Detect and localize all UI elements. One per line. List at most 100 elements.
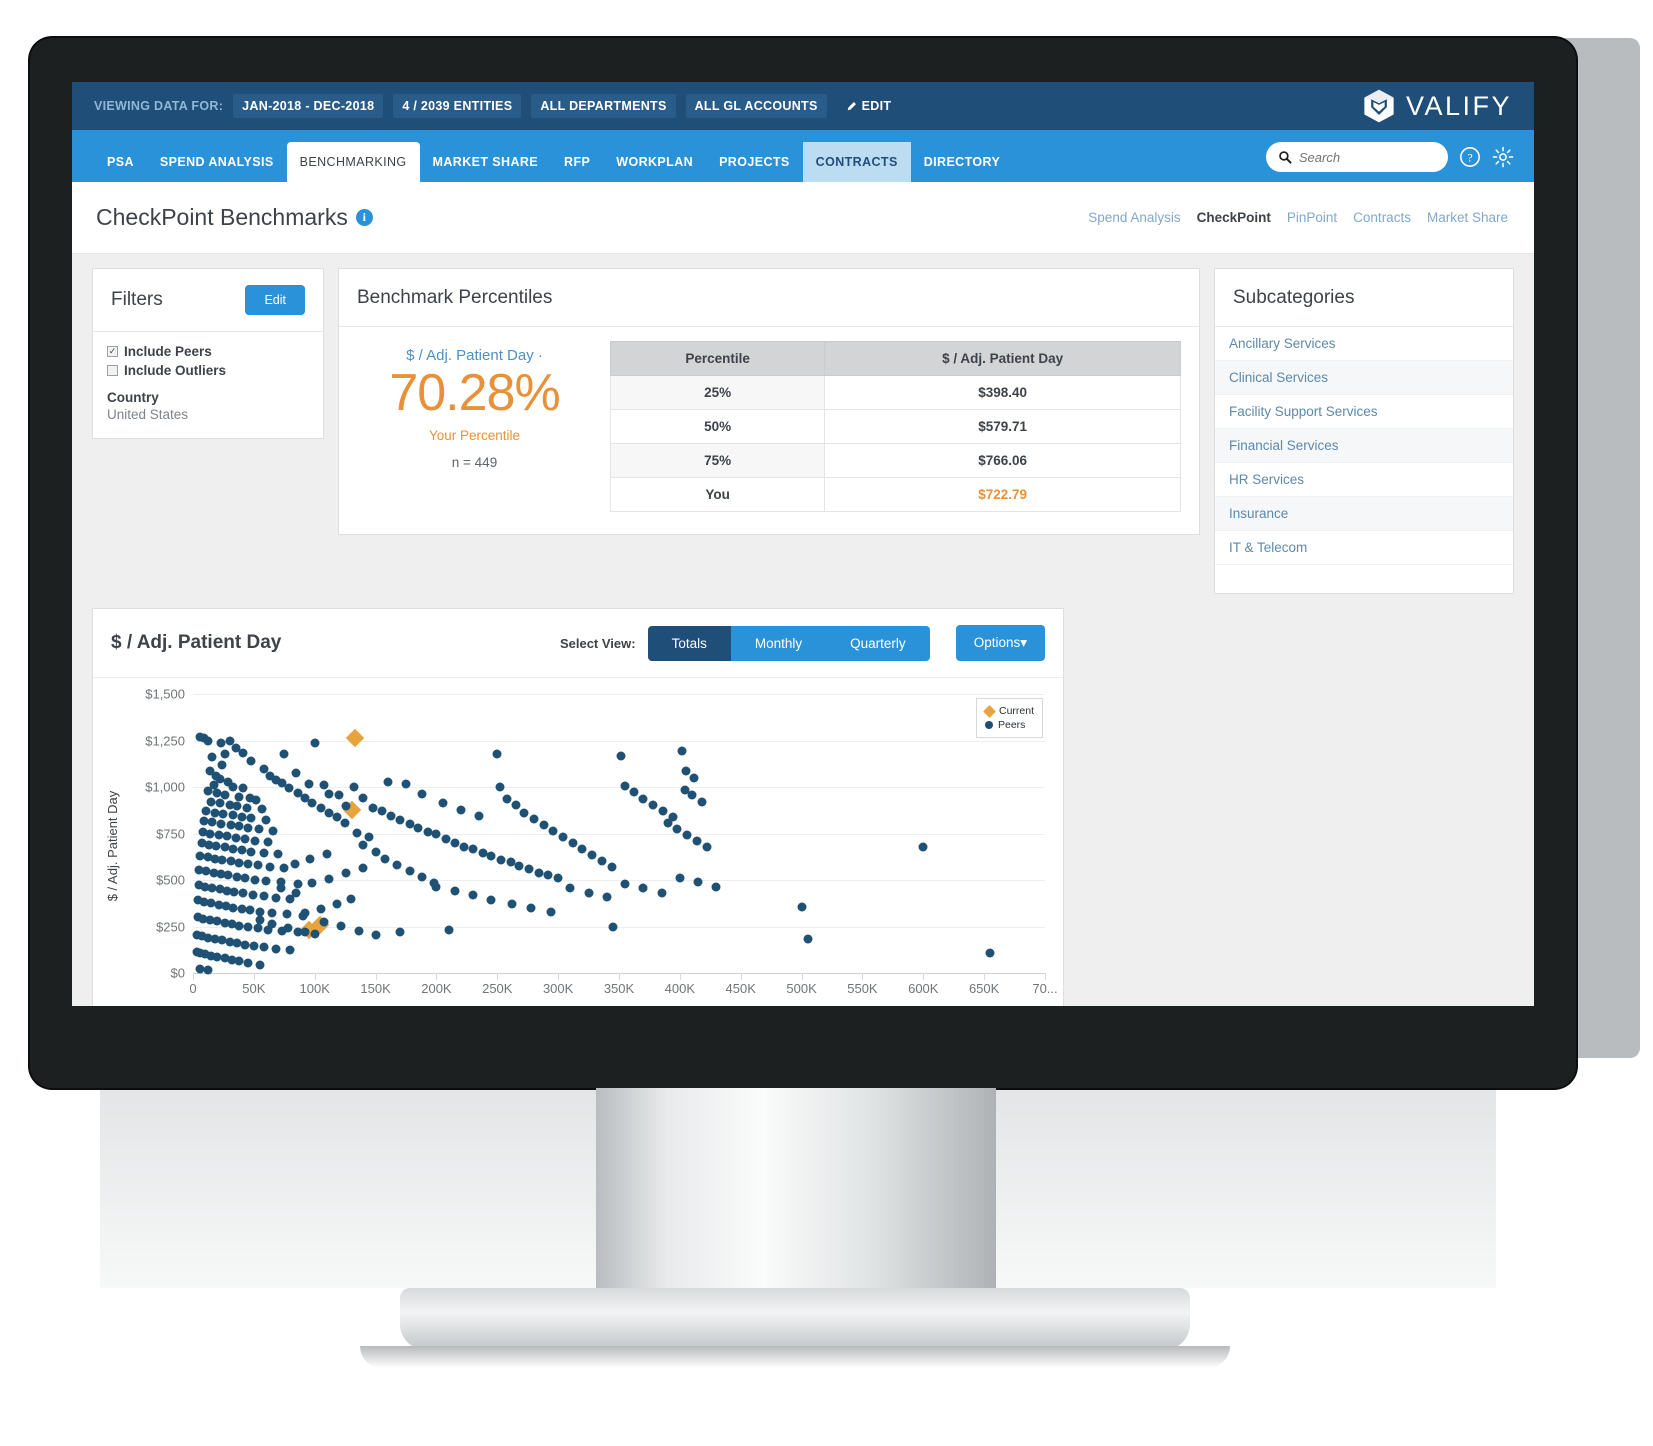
filter-chip-gl-accounts[interactable]: ALL GL ACCOUNTS [685,94,827,118]
nav-item-benchmarking[interactable]: BENCHMARKING [286,142,420,182]
nav-item-directory[interactable]: DIRECTORY [911,142,1014,182]
search-box[interactable] [1266,142,1448,172]
data-point-peer [259,942,269,952]
data-point-peer [450,886,460,896]
nav-item-rfp[interactable]: RFP [551,142,603,182]
filter-chip-date-range[interactable]: JAN-2018 - DEC-2018 [233,94,384,118]
breadcrumb-contracts[interactable]: Contracts [1353,210,1411,225]
list-item[interactable]: Facility Support Services [1215,395,1513,429]
y-axis-tick: $750 [156,826,185,841]
data-point-peer [616,751,626,761]
data-point-peer [279,863,289,873]
data-point-peer [486,851,496,861]
data-point-peer [682,830,692,840]
monitor-bezel-bottom [30,1030,1576,1088]
data-point-peer [638,883,648,893]
list-item[interactable]: Ancillary Services [1215,327,1513,361]
options-caret: ▾ [1020,635,1027,650]
data-point-peer [371,847,381,857]
viewing-data-label: VIEWING DATA FOR: [94,99,224,113]
data-point-peer [253,923,262,933]
nav-item-spend-analysis[interactable]: SPEND ANALYSIS [147,142,287,182]
include-outliers-checkbox[interactable] [107,365,118,376]
scatter-plot: $ / Adj. Patient Day Adj. Patient Days $… [93,677,1063,1006]
data-point-peer [620,781,630,790]
data-point-peer [364,832,374,842]
filter-include-peers[interactable]: ✓ Include Peers [107,344,309,359]
data-point-peer [383,777,393,787]
list-item[interactable]: Financial Services [1215,429,1513,463]
data-point-peer [255,960,265,970]
table-row: You $722.79 [609,477,1181,512]
data-point-peer [405,866,415,876]
data-point-peer [675,873,685,883]
breadcrumb-checkpoint[interactable]: CheckPoint [1197,210,1271,225]
data-point-peer [246,813,256,823]
nav-item-projects[interactable]: PROJECTS [706,142,803,182]
x-axis-tick: 100K [299,981,330,996]
metric-selector[interactable]: $ / Adj. Patient Day · [357,347,592,364]
options-button[interactable]: Options▾ [955,625,1045,661]
data-point-peer [797,902,807,912]
edit-filters-label: EDIT [861,99,892,113]
view-button-monthly[interactable]: Monthly [730,625,827,661]
breadcrumb-spend-analysis[interactable]: Spend Analysis [1088,210,1180,225]
data-point-peer [392,860,402,870]
filters-edit-button[interactable]: Edit [245,285,305,315]
info-icon[interactable]: i [355,209,373,226]
data-point-peer [324,789,334,799]
data-point-peer [577,844,587,854]
data-point-peer [417,789,427,798]
list-item[interactable]: Clinical Services [1215,361,1513,395]
include-peers-checkbox[interactable]: ✓ [107,346,118,357]
list-item[interactable]: HR Services [1215,463,1513,497]
table-row: 50% $579.71 [609,409,1181,444]
data-point-current [345,729,365,748]
row-label-you: You [609,477,826,512]
data-point-peer [539,820,549,830]
benchmark-title: Benchmark Percentiles [357,286,553,308]
y-axis-label: $ / Adj. Patient Day [105,790,120,902]
row-label-75: 75% [609,443,826,478]
data-point-peer [496,855,506,865]
nav-item-contracts[interactable]: CONTRACTS [802,142,911,182]
breadcrumb-market-share[interactable]: Market Share [1427,210,1508,225]
pencil-icon [847,101,856,110]
main-navigation: PSA SPEND ANALYSIS BENCHMARKING MARKET S… [72,130,1534,182]
data-point-peer [334,790,344,800]
filter-include-outliers[interactable]: Include Outliers [107,363,309,378]
row-value-75: $766.06 [824,443,1181,478]
data-point-peer [249,941,259,951]
list-item[interactable]: Insurance [1215,497,1513,531]
edit-filters-button[interactable]: EDIT [837,94,901,118]
nav-item-workplan[interactable]: WORKPLAN [603,142,706,182]
breadcrumb-pinpoint[interactable]: PinPoint [1287,210,1337,225]
data-point-peer [413,823,423,833]
x-axis-tickmark [436,973,438,980]
data-point-peer [526,903,536,913]
legend-label-current: Current [998,705,1034,717]
nav-item-market-share[interactable]: MARKET SHARE [420,142,552,182]
data-point-peer [672,824,682,834]
question-circle-icon[interactable]: ? [1459,146,1481,168]
data-point-peer [346,894,356,904]
your-percentile-value: 70.28% [389,364,560,422]
nav-utilities: ? [1266,142,1514,172]
x-axis-tickmark [1045,973,1046,980]
data-point-peer [702,842,712,852]
filter-chip-entities[interactable]: 4 / 2039 ENTITIES [393,94,522,118]
data-point-peer [380,854,390,864]
view-button-quarterly[interactable]: Quarterly [826,625,930,661]
search-input[interactable] [1298,149,1436,165]
data-point-peer [243,958,253,968]
view-button-totals[interactable]: Totals [647,625,731,661]
data-point-peer [251,795,261,805]
filter-chip-departments[interactable]: ALL DEPARTMENTS [531,94,676,118]
page-header: CheckPoint Benchmarks i Spend Analysis C… [72,182,1534,254]
nav-item-psa[interactable]: PSA [94,142,147,182]
screen-viewport: VIEWING DATA FOR: JAN-2018 - DEC-2018 4 … [72,82,1534,1006]
x-axis-tick: 550K [847,981,878,996]
list-item[interactable]: IT & Telecom [1215,531,1513,565]
data-point-peer [341,868,351,878]
gear-icon[interactable] [1492,146,1514,168]
